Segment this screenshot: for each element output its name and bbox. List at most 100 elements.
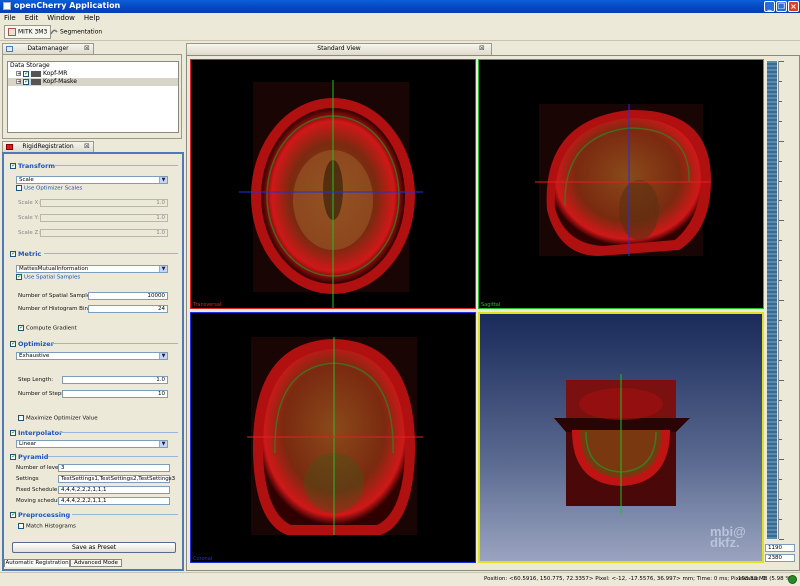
use-spatial-samples-checkbox[interactable]	[16, 272, 23, 280]
maximize-button[interactable]: ❐	[776, 1, 787, 12]
segmentation-button[interactable]: Segmentation	[47, 25, 105, 39]
optimizer-checkbox[interactable]	[10, 339, 17, 347]
transversal-label: Transversal	[193, 302, 222, 308]
level-field[interactable]: 1190	[765, 544, 795, 552]
mbi-dkfz-logo: mbi@ dkfz.	[710, 524, 746, 550]
close-icon[interactable]: ⊠	[479, 44, 485, 52]
tab-rigid-registration[interactable]: RigidRegistration ⊠	[2, 141, 94, 152]
scale-y-field[interactable]: 1.0	[40, 214, 168, 222]
title-bar: openCherry Application _ ❐ ×	[0, 0, 800, 13]
scale-tick	[779, 61, 784, 62]
tab-datamanager[interactable]: Datamanager ⊠	[2, 43, 94, 54]
num-steps-field[interactable]: 10	[62, 390, 168, 398]
close-icon[interactable]: ⊠	[84, 142, 90, 150]
level-window-range[interactable]	[767, 61, 777, 539]
scale-tick	[779, 180, 782, 182]
datamanager-body: Data Storage + Kopf-MR + Kopf-Maske	[2, 54, 182, 139]
tab-standard-view[interactable]: Standard View ⊠	[186, 43, 492, 55]
data-storage-label: Data Storage	[10, 62, 50, 69]
menu-edit[interactable]: Edit	[21, 13, 44, 22]
use-optimizer-scales-option[interactable]: Use Optimizer Scales	[16, 185, 82, 192]
pyramid-header[interactable]: Pyramid	[10, 452, 48, 461]
scale-tick	[779, 240, 782, 242]
expand-icon[interactable]: +	[16, 71, 21, 77]
window-field[interactable]: 2380	[765, 554, 795, 562]
sagittal-view[interactable]: Sagittal	[478, 59, 764, 309]
level-window-slider[interactable]	[767, 61, 777, 539]
step-length-label: Step Length:	[18, 377, 54, 383]
pyramid-checkbox[interactable]	[10, 452, 17, 460]
expand-icon[interactable]: +	[16, 79, 21, 85]
transform-type-select[interactable]: Scale ▼	[16, 176, 168, 184]
scale-tick	[779, 339, 782, 341]
scale-tick	[779, 260, 782, 262]
optimizer-header[interactable]: Optimizer	[10, 339, 54, 348]
compute-gradient-checkbox[interactable]	[18, 323, 25, 331]
use-optimizer-scales-checkbox[interactable]	[16, 185, 22, 191]
tree-item-label: Kopf-MR	[43, 70, 68, 77]
compute-gradient-option[interactable]: Compute Gradient	[18, 323, 77, 332]
scale-tick	[779, 499, 782, 501]
memory-indicator-icon	[788, 575, 797, 584]
tree-item-kopf-mr[interactable]: + Kopf-MR	[8, 69, 178, 78]
minimize-button[interactable]: _	[764, 1, 775, 12]
menu-file[interactable]: File	[0, 13, 21, 22]
divider	[54, 165, 178, 166]
moving-schedule-field[interactable]: 4,4,4,2,2,2,1,1,1	[58, 497, 170, 505]
scale-z-field[interactable]: 1.0	[40, 229, 168, 237]
interpolator-type-select[interactable]: Linear ▼	[16, 440, 168, 448]
3d-view[interactable]: mbi@ dkfz.	[478, 312, 764, 563]
fixed-schedule-label: Fixed Schedule	[16, 487, 58, 493]
mitk-3m3-button[interactable]: MITK 3M3	[4, 25, 52, 39]
scale-tick	[779, 419, 782, 421]
scale-y-label: Scale Y:	[18, 215, 40, 221]
tree-item-kopf-maske[interactable]: + Kopf-Maske	[8, 77, 178, 86]
transversal-view[interactable]: Transversal	[190, 59, 476, 309]
visibility-checkbox[interactable]	[23, 77, 30, 85]
coronal-view[interactable]: Coronal	[190, 312, 476, 563]
interpolator-checkbox[interactable]	[10, 428, 17, 436]
data-storage-tree[interactable]: Data Storage + Kopf-MR + Kopf-Maske	[7, 61, 179, 133]
tab-advanced-mode[interactable]: Advanced Mode	[70, 559, 122, 567]
segmentation-label: Segmentation	[60, 28, 103, 36]
rigid-registration-panel: RigidRegistration ⊠ Transform Scale▼ Use…	[2, 141, 184, 571]
toolbar: MITK 3M3 Segmentation	[0, 24, 800, 41]
menu-help[interactable]: Help	[80, 13, 105, 22]
num-steps-label: Number of Steps:	[18, 391, 67, 397]
chevron-down-icon: ▼	[159, 177, 167, 183]
tab-automatic-registration[interactable]: Automatic Registration	[4, 559, 70, 567]
transform-header[interactable]: Transform	[10, 161, 55, 170]
pyramid-settings-field[interactable]: TestSettings1,TestSettings2,TestSettings…	[58, 475, 175, 483]
step-length-field[interactable]: 1.0	[62, 376, 168, 384]
mitk-icon	[8, 28, 16, 36]
metric-type-select[interactable]: MattesMutualInformation ▼	[16, 265, 168, 273]
save-as-preset-button[interactable]: Save as Preset	[12, 542, 176, 553]
pyramid-levels-field[interactable]: 3	[58, 464, 170, 472]
chevron-down-icon: ▼	[159, 266, 167, 272]
preprocessing-checkbox[interactable]	[10, 510, 17, 518]
histogram-bins-field[interactable]: 24	[88, 305, 168, 313]
match-histograms-option[interactable]: Match Histograms	[18, 523, 76, 530]
maximize-checkbox[interactable]	[18, 415, 24, 421]
interpolator-header[interactable]: Interpolator	[10, 428, 62, 437]
match-histograms-checkbox[interactable]	[18, 523, 24, 529]
scale-x-field[interactable]: 1.0	[40, 199, 168, 207]
metric-checkbox[interactable]	[10, 249, 17, 257]
status-bar: Position: <60.5916, 150.775, 72.3357> Pi…	[0, 572, 800, 586]
close-button[interactable]: ×	[788, 1, 799, 12]
transform-checkbox[interactable]	[10, 161, 17, 169]
tree-item-label: Kopf-Maske	[43, 78, 77, 85]
window-title: openCherry Application	[14, 1, 121, 10]
preprocessing-header[interactable]: Preprocessing	[10, 510, 70, 519]
divider	[52, 343, 178, 344]
fixed-schedule-field[interactable]: 4,4,4,2,2,2,1,1,1	[58, 486, 170, 494]
metric-header[interactable]: Metric	[10, 249, 41, 258]
optimizer-type-select[interactable]: Exhaustive ▼	[16, 352, 168, 360]
scale-tick	[779, 539, 784, 540]
menu-window[interactable]: Window	[43, 13, 80, 22]
maximize-option[interactable]: Maximize Optimizer Value	[18, 415, 98, 422]
divider	[60, 432, 178, 433]
close-icon[interactable]: ⊠	[84, 44, 90, 52]
spatial-samples-field[interactable]: 10000	[88, 292, 168, 300]
use-spatial-samples-option[interactable]: Use Spatial Samples	[16, 272, 80, 281]
